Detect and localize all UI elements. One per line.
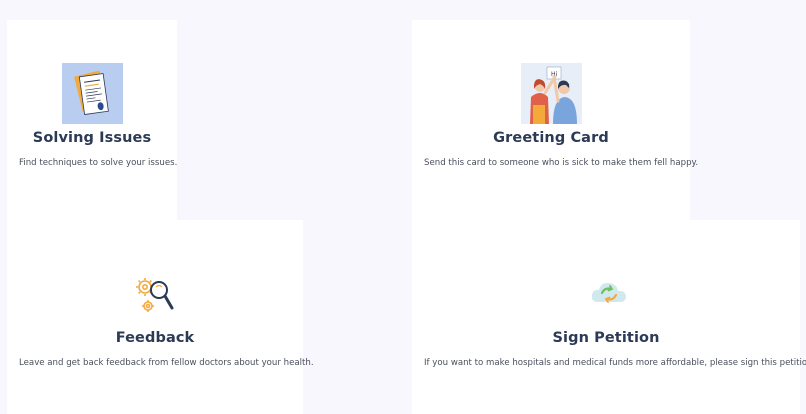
card-description: Find techniques to solve your issues. xyxy=(19,158,178,168)
greeting-people-icon: Hi xyxy=(521,63,582,124)
card-title: Sign Petition xyxy=(552,330,660,346)
gears-magnifier-icon xyxy=(136,278,174,312)
card-description: Leave and get back feedback from fellow … xyxy=(19,358,314,368)
card-description: Send this card to someone who is sick to… xyxy=(424,158,699,168)
document-icon xyxy=(62,63,123,124)
card-title: Greeting Card xyxy=(493,130,609,146)
card-sign-petition[interactable]: Sign Petition If you want to make hospit… xyxy=(412,220,806,414)
card-description: If you want to make hospitals and medica… xyxy=(424,358,806,368)
card-title: Solving Issues xyxy=(32,130,152,146)
card-feedback[interactable]: Feedback Leave and get back feedback fro… xyxy=(7,220,314,414)
cloud-sync-icon xyxy=(591,282,626,303)
card-greeting-card[interactable]: Hi Greeting Card Send this card to someo… xyxy=(412,20,699,230)
card-title: Feedback xyxy=(115,330,195,346)
card-solving-issues[interactable]: Solving Issues Find techniques to solve … xyxy=(7,20,177,230)
